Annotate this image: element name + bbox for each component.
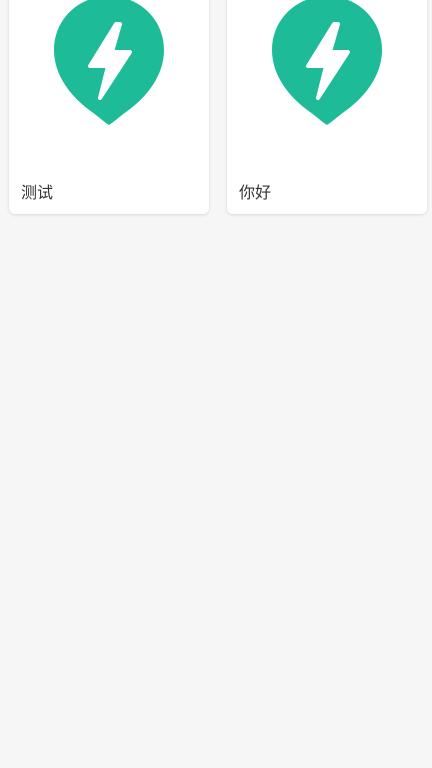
app-icon-container	[227, 0, 427, 140]
lightning-pin-icon	[272, 0, 382, 125]
app-card-label: 测试	[21, 183, 54, 202]
app-card-ceshi[interactable]: 测试	[9, 0, 209, 214]
app-card-nihao[interactable]: 你好	[227, 0, 427, 214]
lightning-pin-icon	[54, 0, 164, 125]
app-card-label: 你好	[239, 183, 272, 202]
app-grid: 测试 你好	[0, 0, 432, 768]
app-icon-container	[9, 0, 209, 140]
